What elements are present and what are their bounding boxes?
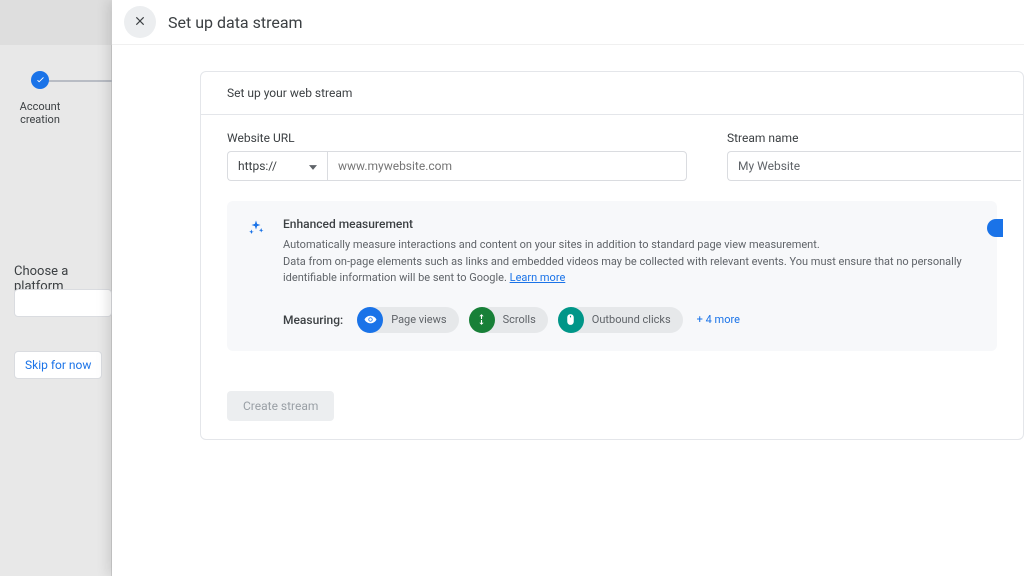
pill-outbound-clicks: Outbound clicks xyxy=(558,307,683,333)
scroll-icon xyxy=(469,307,495,333)
learn-more-link[interactable]: Learn more xyxy=(510,271,566,284)
skip-button[interactable]: Skip for now xyxy=(14,351,102,379)
more-measurements-link[interactable]: + 4 more xyxy=(697,313,740,326)
stream-name-label: Stream name xyxy=(727,131,1021,145)
url-field-col: Website URL https:// xyxy=(227,131,687,181)
enhanced-desc-line2: Data from on-page elements such as links… xyxy=(283,255,962,285)
inputs-row: Website URL https:// Stream name xyxy=(227,131,997,181)
close-button[interactable] xyxy=(124,6,156,38)
card-body: Website URL https:// Stream name xyxy=(201,115,1023,373)
stream-name-input[interactable] xyxy=(727,151,1021,181)
panel-title: Set up data stream xyxy=(168,13,303,32)
measuring-row: Measuring: Page views Scrolls xyxy=(283,307,977,333)
background-topbar xyxy=(0,0,112,45)
protocol-value: https:// xyxy=(238,159,277,173)
stream-name-col: Stream name xyxy=(727,131,1021,181)
close-icon xyxy=(133,13,147,32)
enhanced-toggle[interactable] xyxy=(987,219,1003,237)
background-stepper: Account creation Choose a platform Skip … xyxy=(0,0,112,576)
pill-scrolls: Scrolls xyxy=(469,307,548,333)
pill-label: Outbound clicks xyxy=(592,313,671,326)
background-field xyxy=(14,289,112,317)
card-subtitle: Set up your web stream xyxy=(201,72,1023,115)
web-stream-card: Set up your web stream Website URL https… xyxy=(200,71,1024,440)
enhanced-description: Automatically measure interactions and c… xyxy=(283,237,977,287)
pill-label: Scrolls xyxy=(503,313,536,326)
caret-down-icon xyxy=(309,159,317,173)
panel-header: Set up data stream xyxy=(112,0,1024,45)
url-label: Website URL xyxy=(227,131,687,145)
enhanced-measurement-box: Enhanced measurement Automatically measu… xyxy=(227,201,997,351)
website-url-input[interactable] xyxy=(327,151,687,181)
enhanced-desc-line1: Automatically measure interactions and c… xyxy=(283,238,820,251)
setup-stream-panel: Set up data stream Set up your web strea… xyxy=(112,0,1024,576)
mouse-icon xyxy=(558,307,584,333)
step-label: Account creation xyxy=(0,100,80,126)
url-input-group: https:// xyxy=(227,151,687,181)
create-stream-button[interactable]: Create stream xyxy=(227,391,334,421)
pill-page-views: Page views xyxy=(357,307,458,333)
step-complete-icon xyxy=(31,71,49,89)
sparkle-icon xyxy=(247,219,265,333)
enhanced-content: Enhanced measurement Automatically measu… xyxy=(283,217,977,333)
measuring-label: Measuring: xyxy=(283,313,343,327)
stepper-line xyxy=(40,80,112,82)
eye-icon xyxy=(357,307,383,333)
protocol-select[interactable]: https:// xyxy=(227,151,327,181)
pill-label: Page views xyxy=(391,313,446,326)
enhanced-title: Enhanced measurement xyxy=(283,217,977,231)
